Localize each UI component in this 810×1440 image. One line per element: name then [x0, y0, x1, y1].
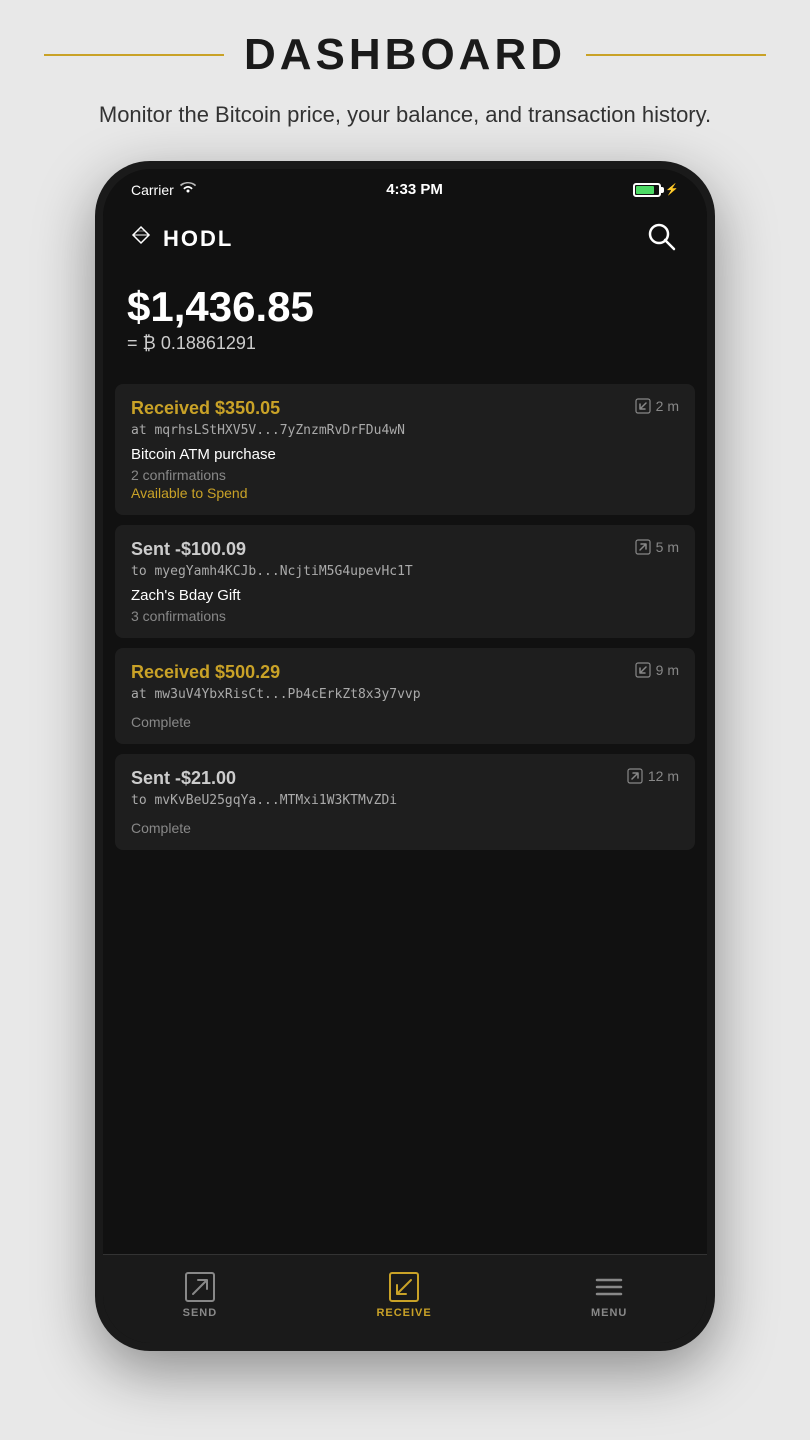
tx-label: Bitcoin ATM purchase: [131, 446, 679, 463]
tx-amount: Sent -$100.09: [131, 539, 246, 560]
page-header: DASHBOARD Monitor the Bitcoin price, you…: [0, 0, 810, 161]
search-icon: [645, 220, 679, 254]
tx-status: Complete: [131, 820, 679, 836]
phone-frame: Carrier 4:33 PM ⚡: [95, 161, 715, 1351]
transaction-card[interactable]: Sent -$21.00 12 m to mvKvBeU25gqYa...MTM…: [115, 754, 695, 850]
send-arrow-icon: [635, 539, 651, 555]
transaction-card[interactable]: Received $500.29 9 m at mw3uV4YbxRisCt..…: [115, 648, 695, 744]
tx-row-top: Sent -$100.09 5 m: [131, 539, 679, 560]
tx-row-top: Received $350.05 2 m: [131, 398, 679, 419]
tx-status: Available to Spend: [131, 485, 679, 501]
tx-address: to mvKvBeU25gqYa...MTMxi1W3KTMvZDi: [131, 793, 679, 808]
battery-fill: [636, 186, 654, 194]
carrier-label: Carrier: [131, 182, 174, 198]
balance-btc: = ₿ 0.18861291: [127, 333, 683, 354]
tx-status: Complete: [131, 714, 679, 730]
app-logo-text: HODL: [163, 226, 233, 252]
bottom-nav: SEND RECEIVE MENU: [103, 1254, 707, 1343]
tx-amount: Received $500.29: [131, 662, 280, 683]
status-right: ⚡: [633, 183, 679, 197]
tx-address: at mw3uV4YbxRisCt...Pb4cErkZt8x3y7vvp: [131, 687, 679, 702]
send-arrow-icon: [627, 768, 643, 784]
tx-address: to myegYamh4KCJb...NcjtiM5G4upevHc1T: [131, 564, 679, 579]
tx-time: 9 m: [635, 662, 679, 678]
status-left: Carrier: [131, 182, 196, 198]
menu-nav-label: MENU: [591, 1307, 627, 1319]
tx-time: 5 m: [635, 539, 679, 555]
search-button[interactable]: [641, 216, 683, 261]
tx-time: 2 m: [635, 398, 679, 414]
transactions-list: Received $350.05 2 m at mqrhsLStHXV5V...…: [103, 384, 707, 1254]
tx-time: 12 m: [627, 768, 679, 784]
tx-confirmations: 2 confirmations: [131, 467, 679, 483]
page-subtitle: Monitor the Bitcoin price, your balance,…: [39, 80, 771, 151]
nav-receive[interactable]: RECEIVE: [356, 1267, 451, 1323]
transaction-card[interactable]: Sent -$100.09 5 m to myegYamh4KCJb...Ncj…: [115, 525, 695, 638]
tx-amount: Sent -$21.00: [131, 768, 236, 789]
time-display: 4:33 PM: [386, 181, 443, 198]
tx-confirmations: 3 confirmations: [131, 608, 679, 624]
app-logo: HODL: [127, 225, 233, 253]
tx-row-top: Received $500.29 9 m: [131, 662, 679, 683]
receive-nav-label: RECEIVE: [376, 1307, 431, 1319]
receive-arrow-icon: [635, 662, 651, 678]
receive-nav-icon: [388, 1271, 420, 1303]
receive-arrow-icon: [635, 398, 651, 414]
balance-area: $1,436.85 = ₿ 0.18861291: [103, 269, 707, 384]
transaction-card[interactable]: Received $350.05 2 m at mqrhsLStHXV5V...…: [115, 384, 695, 515]
charging-icon: ⚡: [665, 183, 679, 196]
nav-menu[interactable]: MENU: [571, 1267, 647, 1323]
tx-row-top: Sent -$21.00 12 m: [131, 768, 679, 789]
send-nav-icon: [184, 1271, 216, 1303]
header-line-left: [44, 54, 224, 56]
phone-inner: Carrier 4:33 PM ⚡: [103, 169, 707, 1343]
tx-address: at mqrhsLStHXV5V...7yZnzmRvDrFDu4wN: [131, 423, 679, 438]
header-title-row: DASHBOARD: [0, 30, 810, 80]
tx-label: Zach's Bday Gift: [131, 587, 679, 604]
page-title: DASHBOARD: [244, 30, 566, 80]
send-nav-label: SEND: [183, 1307, 218, 1319]
app-header: HODL: [103, 206, 707, 269]
wifi-icon: [180, 182, 196, 197]
menu-nav-icon: [593, 1271, 625, 1303]
status-bar: Carrier 4:33 PM ⚡: [103, 169, 707, 206]
nav-send[interactable]: SEND: [163, 1267, 238, 1323]
tx-amount: Received $350.05: [131, 398, 280, 419]
balance-usd: $1,436.85: [127, 283, 683, 331]
logo-icon: [127, 225, 155, 253]
battery-icon: [633, 183, 661, 197]
header-line-right: [586, 54, 766, 56]
